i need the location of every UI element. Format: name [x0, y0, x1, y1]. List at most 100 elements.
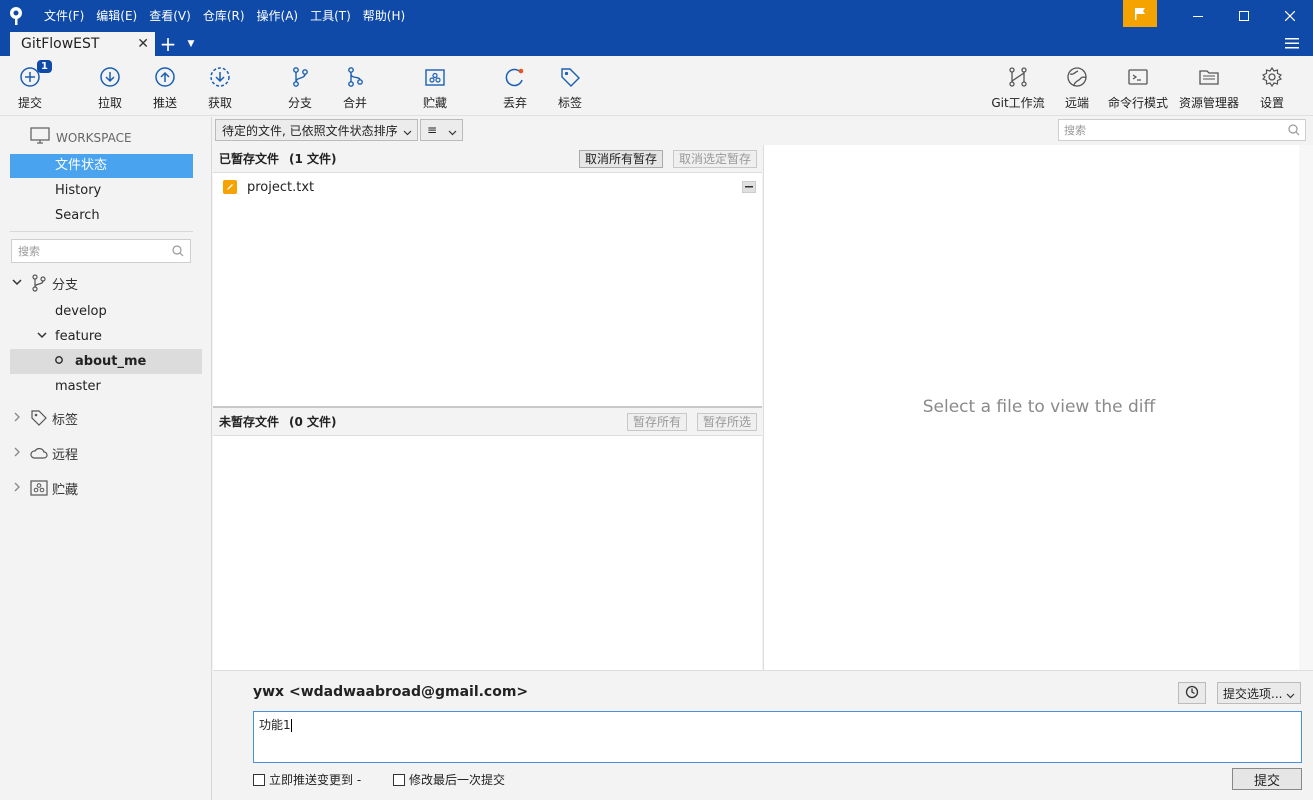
- branch-folder-label: feature: [55, 329, 102, 344]
- diff-scrollbar[interactable]: [1299, 145, 1313, 670]
- stash-button[interactable]: 贮藏: [405, 64, 465, 111]
- commit-panel: ywx <wdadwaabroad@gmail.com> 提交选项... 功能1…: [213, 670, 1313, 800]
- explorer-button-label: 资源管理器: [1179, 96, 1240, 110]
- menu-view[interactable]: 查看(V): [143, 0, 197, 32]
- tag-icon: [30, 409, 48, 427]
- menu-edit[interactable]: 编辑(E): [90, 0, 143, 32]
- checkbox-box: [253, 773, 265, 786]
- sort-dropdown-value: 待定的文件, 已依照文件状态排序: [222, 123, 398, 138]
- app-logo-icon: [0, 0, 32, 32]
- branch-button[interactable]: 分支: [270, 64, 330, 111]
- stash-button-label: 贮藏: [422, 96, 447, 110]
- explorer-button[interactable]: 资源管理器: [1179, 64, 1239, 111]
- view-mode-dropdown[interactable]: ≡: [420, 119, 463, 141]
- unstage-all-button[interactable]: 取消所有暂存: [579, 150, 664, 168]
- push-immediately-checkbox[interactable]: 立即推送变更到 -: [253, 771, 361, 788]
- terminal-button[interactable]: 命令行模式: [1108, 64, 1168, 111]
- remote-button[interactable]: 远端: [1047, 64, 1107, 111]
- clock-icon: [1185, 685, 1199, 702]
- chevron-down-icon: [1286, 689, 1295, 703]
- text-cursor: [290, 719, 292, 732]
- commit-submit-button[interactable]: 提交: [1232, 768, 1302, 790]
- commit-options-dropdown[interactable]: 提交选项...: [1217, 682, 1301, 704]
- diff-placeholder: Select a file to view the diff: [922, 397, 1156, 417]
- staged-files-header: 已暂存文件 (1 文件) 取消所有暂存 取消选定暂存: [213, 145, 762, 173]
- unstage-file-button[interactable]: [742, 181, 756, 193]
- pull-icon: [99, 64, 121, 90]
- tab-dropdown-button[interactable]: ▼: [181, 32, 201, 56]
- stage-selected-button[interactable]: 暂存所选: [697, 413, 758, 431]
- tags-section[interactable]: 标签: [12, 406, 78, 430]
- main-toolbar: 1 提交 拉取 推送 获取 分支 合并 贮藏 丢弃 标签 Git工作流 远端 命…: [0, 56, 1313, 116]
- file-search-input[interactable]: 搜索: [1058, 119, 1306, 141]
- merge-button[interactable]: 合并: [325, 64, 385, 111]
- checkbox-box: [393, 773, 405, 786]
- commit-button[interactable]: 1 提交: [0, 60, 60, 111]
- workspace-header: WORKSPACE: [30, 127, 132, 148]
- stash-icon: [30, 480, 48, 496]
- hamburger-menu-icon[interactable]: [1285, 37, 1299, 52]
- workspace-label: WORKSPACE: [56, 130, 132, 145]
- branch-master[interactable]: master: [10, 374, 202, 399]
- add-tab-button[interactable]: +: [155, 32, 181, 56]
- chevron-right-icon: [12, 447, 24, 460]
- sidebar-item-search[interactable]: Search: [10, 204, 193, 228]
- branch-develop[interactable]: develop: [10, 299, 202, 324]
- settings-button[interactable]: 设置: [1242, 64, 1302, 111]
- fetch-button[interactable]: 获取: [190, 64, 250, 111]
- gear-icon: [1261, 64, 1283, 90]
- branch-folder-feature[interactable]: feature: [10, 324, 202, 349]
- close-icon[interactable]: ✕: [137, 36, 149, 52]
- discard-button[interactable]: 丢弃: [485, 64, 545, 111]
- commit-message-input[interactable]: 功能1: [253, 711, 1302, 763]
- sidebar: WORKSPACE 文件状态 History Search 搜索 分支 deve…: [0, 117, 212, 800]
- menu-repository[interactable]: 仓库(R): [197, 0, 251, 32]
- stage-all-button[interactable]: 暂存所有: [627, 413, 688, 431]
- tag-button[interactable]: 标签: [540, 64, 600, 111]
- close-window-button[interactable]: [1267, 0, 1313, 32]
- filter-bar: 待定的文件, 已依照文件状态排序 ≡ 搜索: [213, 117, 1313, 145]
- gitflow-button-label: Git工作流: [991, 96, 1045, 110]
- stashes-section[interactable]: 贮藏: [12, 476, 78, 500]
- gitflow-button[interactable]: Git工作流: [988, 64, 1048, 111]
- sidebar-divider: [10, 231, 193, 232]
- tags-label: 标签: [52, 412, 79, 428]
- settings-button-label: 设置: [1259, 96, 1284, 110]
- branch-button-label: 分支: [287, 96, 312, 110]
- sidebar-search-input[interactable]: 搜索: [11, 239, 191, 263]
- unstaged-files-title: 未暂存文件: [219, 415, 280, 429]
- unstage-selected-button[interactable]: 取消选定暂存: [673, 150, 758, 168]
- flag-icon[interactable]: [1123, 0, 1157, 27]
- gitflow-icon: [1007, 64, 1029, 90]
- sidebar-item-file-status[interactable]: 文件状态: [10, 154, 193, 178]
- push-icon: [154, 64, 176, 90]
- pull-button-label: 拉取: [97, 96, 122, 110]
- minimize-button[interactable]: [1175, 0, 1221, 32]
- folder-icon: [1198, 64, 1220, 90]
- remotes-section[interactable]: 远程: [12, 441, 78, 465]
- repo-tab[interactable]: GitFlowEST ✕: [10, 32, 155, 56]
- staged-files-title: 已暂存文件: [219, 152, 280, 166]
- amend-last-commit-checkbox[interactable]: 修改最后一次提交: [393, 771, 505, 788]
- push-immediately-label: 立即推送变更到 -: [269, 773, 362, 787]
- menu-bar: 文件(F) 编辑(E) 查看(V) 仓库(R) 操作(A) 工具(T) 帮助(H…: [38, 0, 411, 32]
- menu-tools[interactable]: 工具(T): [304, 0, 357, 32]
- maximize-button[interactable]: [1221, 0, 1267, 32]
- commit-history-button[interactable]: [1178, 682, 1206, 704]
- branch-icon: [289, 64, 311, 90]
- menu-actions[interactable]: 操作(A): [251, 0, 305, 32]
- branch-about-me[interactable]: about_me: [10, 349, 202, 374]
- remotes-label: 远程: [52, 447, 79, 463]
- staged-files-list: project.txt: [213, 173, 762, 406]
- branches-section[interactable]: 分支: [12, 271, 78, 295]
- sort-dropdown[interactable]: 待定的文件, 已依照文件状态排序: [215, 119, 418, 141]
- sidebar-item-history[interactable]: History: [10, 179, 193, 203]
- push-button[interactable]: 推送: [135, 64, 195, 111]
- menu-file[interactable]: 文件(F): [38, 0, 90, 32]
- pull-button[interactable]: 拉取: [80, 64, 140, 111]
- menu-help[interactable]: 帮助(H): [357, 0, 411, 32]
- tab-bar: GitFlowEST ✕ + ▼: [0, 32, 1313, 56]
- diff-pane: Select a file to view the diff: [763, 145, 1313, 670]
- repo-tab-title: GitFlowEST: [21, 36, 100, 52]
- file-row[interactable]: project.txt: [213, 175, 762, 199]
